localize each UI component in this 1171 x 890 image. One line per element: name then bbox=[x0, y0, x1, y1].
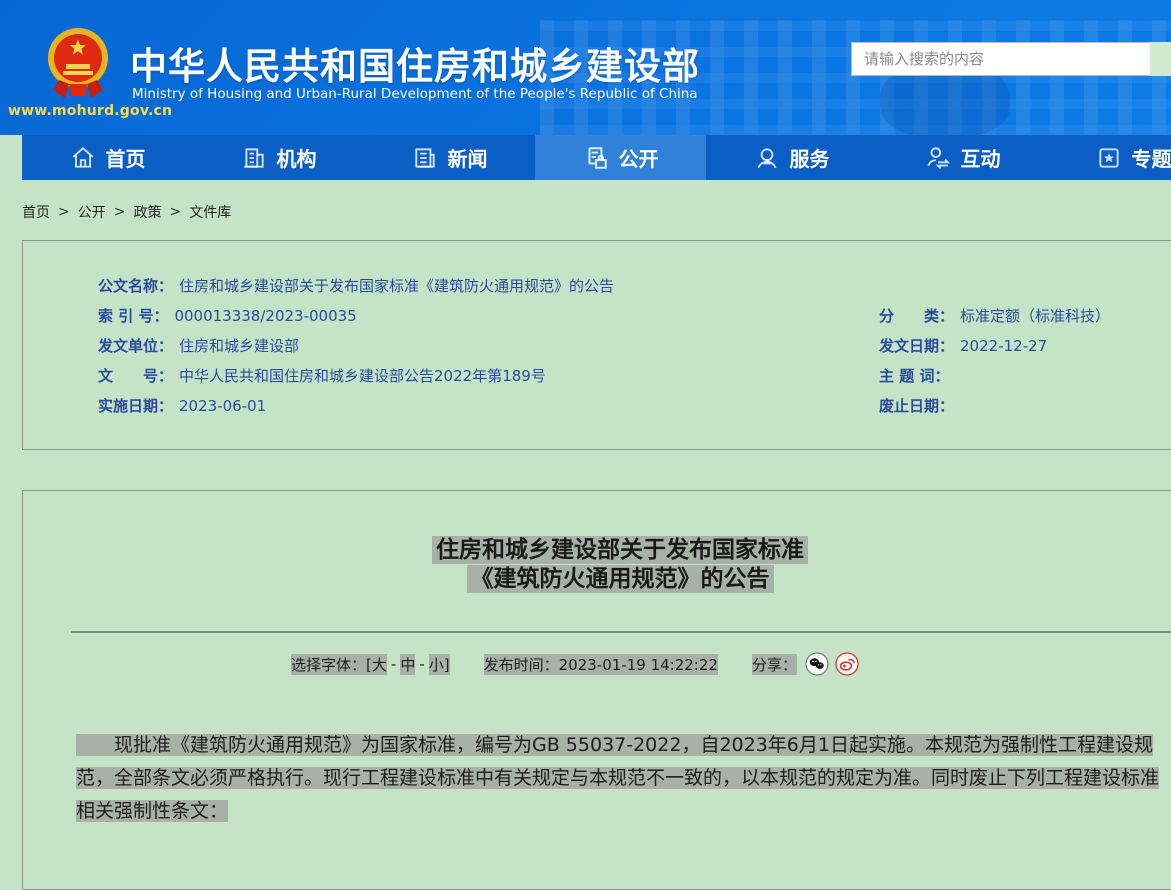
document-lock-icon bbox=[583, 145, 609, 171]
doc-issuer-value: 住房和城乡建设部 bbox=[179, 337, 299, 355]
font-size-medium[interactable]: 中 bbox=[400, 654, 415, 675]
national-emblem-logo bbox=[45, 22, 111, 102]
nav-item-label: 首页 bbox=[106, 143, 146, 172]
breadcrumb-separator: > bbox=[114, 204, 126, 220]
breadcrumb-disclosure[interactable]: 公开 bbox=[78, 202, 106, 222]
doc-name-label: 公文名称： bbox=[98, 277, 173, 295]
doc-repeal-date-label: 废止日期： bbox=[879, 397, 954, 415]
share-icons bbox=[805, 652, 859, 676]
doc-category-row: 分 类： 标准定额（标准科技） bbox=[879, 305, 1110, 326]
nav-item-home[interactable]: 首页 bbox=[22, 135, 193, 180]
page: { "header": { "url": "www.mohurd.gov.cn"… bbox=[0, 0, 1171, 803]
site-title-chinese: 中华人民共和国住房和城乡建设部 bbox=[130, 36, 700, 90]
doc-issue-date-label: 发文日期： bbox=[879, 337, 954, 355]
breadcrumb-policy[interactable]: 政策 bbox=[133, 202, 161, 222]
share-label: 分享： bbox=[752, 654, 797, 675]
article-body: 现批准《建筑防火通用规范》为国家标准，编号为GB 55037-2022，自202… bbox=[76, 729, 1171, 828]
nav-item-label: 专题 bbox=[1132, 143, 1171, 172]
nav-item-topics[interactable]: 专题 bbox=[1048, 135, 1171, 180]
article-body-text: 现批准《建筑防火通用规范》为国家标准，编号为GB 55037-2022，自202… bbox=[76, 734, 1159, 822]
nav-item-disclosure[interactable]: 公开 bbox=[535, 135, 706, 180]
breadcrumb: 首页 > 公开 > 政策 > 文件库 bbox=[22, 202, 231, 222]
building-icon bbox=[241, 145, 267, 171]
doc-subject-row: 主 题 词： bbox=[879, 365, 955, 386]
article-title-text: 住房和城乡建设部关于发布国家标准 bbox=[432, 536, 808, 564]
breadcrumb-current-library: 文件库 bbox=[189, 202, 231, 222]
person-arrows-icon bbox=[925, 145, 951, 171]
wechat-icon[interactable] bbox=[805, 652, 829, 676]
doc-repeal-date-row: 废止日期： bbox=[879, 395, 960, 416]
doc-issue-date-value: 2022-12-27 bbox=[960, 337, 1047, 355]
article-title-line1: 住房和城乡建设部关于发布国家标准 bbox=[23, 536, 1171, 565]
doc-subject-label: 主 题 词： bbox=[879, 367, 949, 385]
title-divider bbox=[71, 631, 1171, 633]
weibo-icon[interactable] bbox=[835, 652, 859, 676]
nav-item-interaction[interactable]: 互动 bbox=[877, 135, 1048, 180]
publish-time-label: 发布时间： bbox=[484, 656, 559, 674]
doc-category-value: 标准定额（标准科技） bbox=[960, 307, 1110, 325]
nav-item-label: 公开 bbox=[619, 143, 659, 172]
site-url: www.mohurd.gov.cn bbox=[8, 103, 158, 119]
document-info-panel: 公文名称： 住房和城乡建设部关于发布国家标准《建筑防火通用规范》的公告 索 引 号… bbox=[22, 240, 1171, 450]
search-button[interactable] bbox=[1150, 42, 1171, 76]
site-header: www.mohurd.gov.cn 中华人民共和国住房和城乡建设部 Minist… bbox=[0, 0, 1171, 135]
site-title-english: Ministry of Housing and Urban-Rural Deve… bbox=[132, 86, 698, 102]
publish-time-value: 2023-01-19 14:22:22 bbox=[559, 656, 718, 674]
doc-name-row: 公文名称： 住房和城乡建设部关于发布国家标准《建筑防火通用规范》的公告 bbox=[98, 275, 614, 296]
doc-index-row: 索 引 号： 000013338/2023-00035 bbox=[98, 305, 357, 326]
breadcrumb-home[interactable]: 首页 bbox=[22, 202, 50, 222]
nav-item-label: 互动 bbox=[961, 143, 1001, 172]
nav-item-news[interactable]: 新闻 bbox=[364, 135, 535, 180]
doc-effective-date-value: 2023-06-01 bbox=[179, 397, 266, 415]
font-size-small[interactable]: 小] bbox=[429, 654, 450, 675]
doc-number-value: 中华人民共和国住房和城乡建设部公告2022年第189号 bbox=[179, 367, 546, 385]
doc-number-row: 文 号： 中华人民共和国住房和城乡建设部公告2022年第189号 bbox=[98, 365, 546, 386]
article-title-text: 《建筑防火通用规范》的公告 bbox=[467, 565, 774, 593]
doc-index-label: 索 引 号： bbox=[98, 307, 168, 325]
nav-item-organization[interactable]: 机构 bbox=[193, 135, 364, 180]
doc-issuer-row: 发文单位： 住房和城乡建设部 bbox=[98, 335, 299, 356]
doc-number-label: 文 号： bbox=[98, 367, 173, 385]
nav-item-services[interactable]: 服务 bbox=[706, 135, 877, 180]
home-icon bbox=[70, 145, 96, 171]
nav-item-label: 机构 bbox=[277, 143, 317, 172]
breadcrumb-separator: > bbox=[58, 204, 70, 220]
nav-item-label: 新闻 bbox=[448, 143, 488, 172]
doc-name-value: 住房和城乡建设部关于发布国家标准《建筑防火通用规范》的公告 bbox=[179, 277, 614, 295]
article-meta-row: 选择字体：[大 - 中 - 小] 发布时间：2023-01-19 14:22:2… bbox=[23, 651, 1127, 677]
doc-index-value: 000013338/2023-00035 bbox=[174, 307, 356, 325]
font-size-separator: - bbox=[391, 655, 396, 673]
doc-effective-date-label: 实施日期： bbox=[98, 397, 173, 415]
doc-effective-date-row: 实施日期： 2023-06-01 bbox=[98, 395, 266, 416]
article-panel: 住房和城乡建设部关于发布国家标准 《建筑防火通用规范》的公告 选择字体：[大 -… bbox=[22, 490, 1171, 890]
main-navigation: 首页 机构 新闻 公开 服务 互动 bbox=[22, 135, 1171, 180]
search-input[interactable] bbox=[851, 42, 1161, 76]
star-badge-icon bbox=[1096, 145, 1122, 171]
person-service-icon bbox=[754, 145, 780, 171]
newspaper-icon bbox=[412, 145, 438, 171]
article-title-line2: 《建筑防火通用规范》的公告 bbox=[23, 565, 1171, 594]
breadcrumb-separator: > bbox=[169, 204, 181, 220]
doc-category-label: 分 类： bbox=[879, 307, 954, 325]
doc-issue-date-row: 发文日期： 2022-12-27 bbox=[879, 335, 1047, 356]
font-size-selector[interactable]: 选择字体：[大 bbox=[291, 654, 387, 675]
font-size-separator: - bbox=[419, 655, 424, 673]
nav-item-label: 服务 bbox=[790, 143, 830, 172]
publish-time: 发布时间：2023-01-19 14:22:22 bbox=[484, 654, 718, 675]
doc-issuer-label: 发文单位： bbox=[98, 337, 173, 355]
